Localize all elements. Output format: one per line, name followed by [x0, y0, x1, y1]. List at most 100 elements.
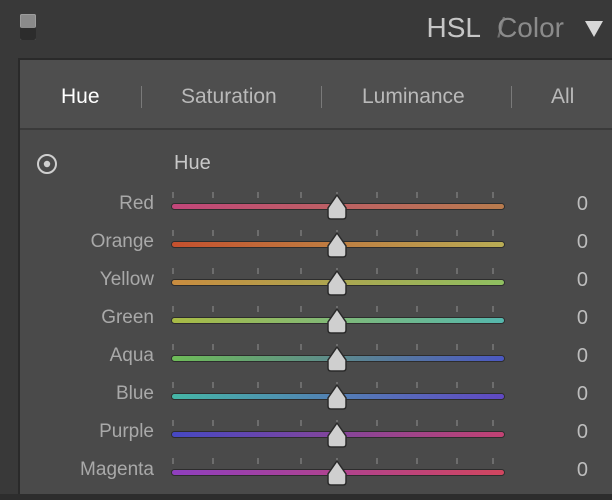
slider-row-red: Red 0: [20, 190, 612, 228]
tick-mark: [376, 382, 378, 388]
tick-mark: [416, 382, 418, 388]
tick-mark: [257, 420, 259, 426]
tick-mark: [492, 344, 494, 350]
slider-thumb[interactable]: [326, 422, 348, 448]
slider-label: Orange: [90, 231, 154, 252]
slider-thumb[interactable]: [326, 194, 348, 220]
slider-row-magenta: Magenta 0: [20, 456, 612, 494]
left-edge: [0, 58, 18, 500]
slider-value[interactable]: 0: [577, 231, 588, 254]
slider-label: Red: [119, 193, 154, 214]
hsl-panel: Hue Saturation Luminance All Hue Red 0 Ora…: [18, 58, 612, 496]
tab-divider: [321, 86, 322, 108]
slider-row-green: Green 0: [20, 304, 612, 342]
target-adjust-icon[interactable]: [35, 152, 59, 176]
slider-label: Magenta: [80, 459, 154, 480]
slider-thumb[interactable]: [326, 460, 348, 486]
tick-mark: [492, 192, 494, 198]
tick-mark: [376, 344, 378, 350]
slider-row-purple: Purple 0: [20, 418, 612, 456]
tab-bar: Hue Saturation Luminance All: [20, 60, 612, 130]
tab-hue[interactable]: Hue: [61, 85, 100, 109]
tick-mark: [257, 382, 259, 388]
tick-mark: [172, 306, 174, 312]
slider-thumb[interactable]: [326, 346, 348, 372]
panel-title-color[interactable]: Color: [497, 12, 564, 44]
slider-value[interactable]: 0: [577, 269, 588, 292]
slider-thumb[interactable]: [326, 308, 348, 334]
tick-mark: [416, 192, 418, 198]
tick-mark: [456, 192, 458, 198]
slider-value[interactable]: 0: [577, 307, 588, 330]
slider-value[interactable]: 0: [577, 345, 588, 368]
slider-row-orange: Orange 0: [20, 228, 612, 266]
tick-mark: [492, 306, 494, 312]
tick-mark: [416, 306, 418, 312]
tick-mark: [416, 268, 418, 274]
tick-mark: [172, 420, 174, 426]
tick-mark: [300, 458, 302, 464]
tick-mark: [416, 420, 418, 426]
slider-value[interactable]: 0: [577, 459, 588, 482]
tick-mark: [212, 420, 214, 426]
tick-mark: [300, 192, 302, 198]
tick-mark: [376, 268, 378, 274]
tick-mark: [212, 344, 214, 350]
slider-row-blue: Blue 0: [20, 380, 612, 418]
tick-mark: [456, 420, 458, 426]
slider-thumb[interactable]: [326, 270, 348, 296]
tick-mark: [492, 268, 494, 274]
tick-mark: [300, 344, 302, 350]
tick-mark: [492, 382, 494, 388]
slider-label: Green: [101, 307, 154, 328]
tick-mark: [376, 192, 378, 198]
tick-mark: [212, 268, 214, 274]
slider-label: Blue: [115, 383, 154, 404]
tick-mark: [300, 268, 302, 274]
tick-mark: [376, 420, 378, 426]
slider-label: Aqua: [109, 345, 154, 366]
panel-header[interactable]: HSL / Color: [0, 0, 612, 58]
tick-mark: [257, 306, 259, 312]
tick-mark: [257, 344, 259, 350]
slider-thumb[interactable]: [326, 232, 348, 258]
tick-mark: [300, 306, 302, 312]
tick-mark: [172, 458, 174, 464]
tick-mark: [376, 306, 378, 312]
tick-mark: [456, 268, 458, 274]
tick-mark: [300, 382, 302, 388]
tick-mark: [257, 192, 259, 198]
tick-mark: [212, 230, 214, 236]
tick-mark: [492, 420, 494, 426]
slider-value[interactable]: 0: [577, 193, 588, 216]
tick-mark: [416, 458, 418, 464]
tab-divider: [141, 86, 142, 108]
tick-mark: [456, 458, 458, 464]
tick-mark: [172, 268, 174, 274]
tab-divider: [511, 86, 512, 108]
slider-row-yellow: Yellow 0: [20, 266, 612, 304]
tick-mark: [172, 230, 174, 236]
tab-saturation[interactable]: Saturation: [181, 85, 277, 109]
collapse-triangle-icon[interactable]: [583, 18, 605, 40]
slider-value[interactable]: 0: [577, 421, 588, 444]
slider-thumb[interactable]: [326, 384, 348, 410]
tick-mark: [456, 306, 458, 312]
tick-mark: [456, 344, 458, 350]
tab-luminance[interactable]: Luminance: [362, 85, 465, 109]
tick-mark: [172, 192, 174, 198]
panel-title-hsl[interactable]: HSL: [427, 12, 481, 44]
tick-mark: [416, 344, 418, 350]
tick-mark: [456, 230, 458, 236]
tick-mark: [212, 192, 214, 198]
tick-mark: [492, 230, 494, 236]
slider-value[interactable]: 0: [577, 383, 588, 406]
tick-mark: [212, 382, 214, 388]
panel-toggle-switch[interactable]: [20, 14, 36, 40]
tab-all[interactable]: All: [551, 85, 574, 109]
slider-label: Yellow: [99, 269, 154, 290]
tick-mark: [376, 230, 378, 236]
tick-mark: [300, 420, 302, 426]
tick-mark: [212, 306, 214, 312]
slider-label: Purple: [99, 421, 154, 442]
